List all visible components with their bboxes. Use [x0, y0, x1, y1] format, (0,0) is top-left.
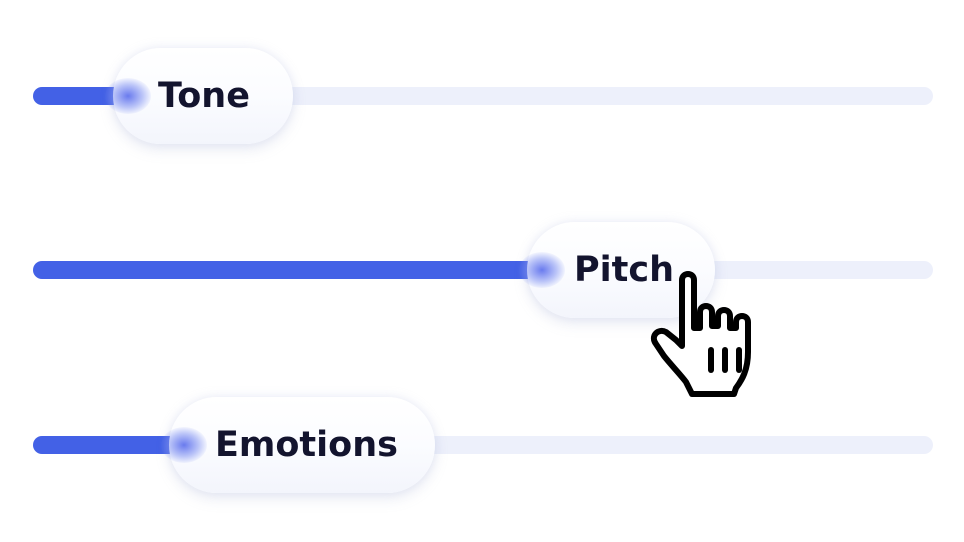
emotions-slider-fill	[33, 436, 187, 454]
emotions-slider-thumb[interactable]: Emotions	[161, 397, 435, 493]
pitch-slider-fill	[33, 261, 545, 279]
tone-slider-thumb[interactable]: Tone	[105, 48, 293, 144]
pitch-slider[interactable]: Pitch	[33, 222, 933, 318]
emotions-slider-label: Emotions	[215, 425, 398, 465]
tone-slider-label: Tone	[158, 76, 250, 116]
emotions-slider[interactable]: Emotions	[33, 397, 933, 493]
hand-pointer-icon	[650, 271, 751, 397]
sliders-panel: Tone Pitch Emotions	[0, 0, 964, 542]
tone-slider[interactable]: Tone	[33, 48, 933, 144]
